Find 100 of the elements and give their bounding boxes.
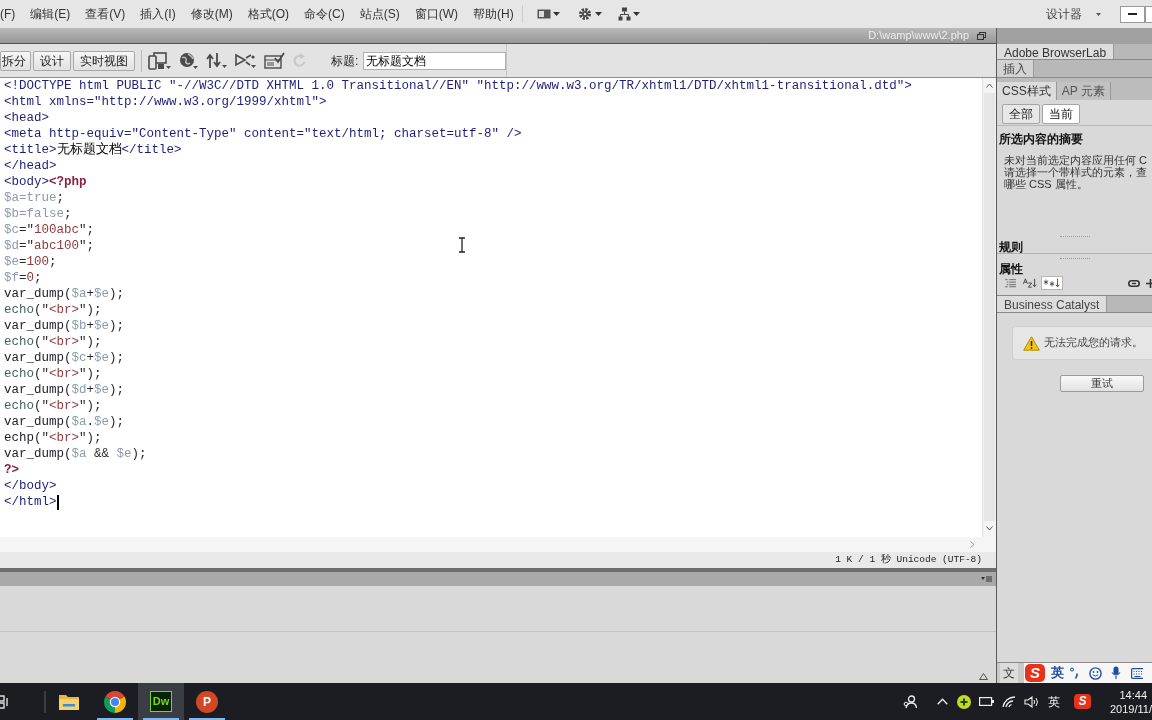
taskbar-app-button[interactable]: Dw xyxy=(138,683,184,720)
chevron-up-icon[interactable] xyxy=(937,698,948,705)
menu-item[interactable]: 插入(I) xyxy=(140,5,176,23)
view-mode-button[interactable]: 实时视图 xyxy=(73,50,135,71)
panel-layout-icon[interactable] xyxy=(536,8,560,20)
code-line: $b=false; xyxy=(4,206,72,222)
code-line: </head> xyxy=(4,158,57,174)
window-check-icon[interactable] xyxy=(264,52,285,69)
panel-tab[interactable]: CSS样式 xyxy=(997,82,1057,100)
asterisk-sort-icon[interactable] xyxy=(1041,276,1063,290)
code-line: $e=100; xyxy=(4,254,57,270)
code-line: echo("<br>"); xyxy=(4,398,102,414)
section-heading: 规则 xyxy=(999,238,1023,256)
ime-logo[interactable]: S xyxy=(1025,664,1045,682)
code-line: var_dump($a+$e); xyxy=(4,286,125,302)
scroll-up-icon[interactable] xyxy=(986,83,993,88)
dw-app-icon: Dw xyxy=(150,691,172,712)
title-field[interactable]: 无标题文档 xyxy=(363,51,507,70)
menu-item[interactable]: 命令(C) xyxy=(304,5,345,23)
globe-icon[interactable] xyxy=(179,52,198,69)
plus-circle-icon[interactable] xyxy=(957,694,971,709)
taskbar-app-button[interactable]: P xyxy=(184,683,230,720)
filter-button[interactable]: 当前 xyxy=(1042,104,1080,124)
restore-icon[interactable] xyxy=(977,31,986,40)
code-line: var_dump($b+$e); xyxy=(4,318,125,334)
panel-menu-icon[interactable] xyxy=(981,576,992,582)
gear-icon[interactable] xyxy=(577,7,602,21)
expand-triangle-icon[interactable] xyxy=(979,673,988,680)
status-text: 1 K / 1 秒 Unicode (UTF-8) xyxy=(835,552,982,567)
code-line: echp("<br>"); xyxy=(4,430,102,446)
panel-tab[interactable]: 插入 xyxy=(997,60,1034,77)
code-line: var_dump($c+$e); xyxy=(4,350,125,366)
menu-item[interactable]: 格式(O) xyxy=(247,5,289,23)
plus-icon[interactable] xyxy=(1146,278,1152,288)
battery-icon[interactable] xyxy=(979,697,994,706)
code-line: <meta http-equiv="Content-Type" content="text/html; charset=utf-8" /> xyxy=(4,126,522,142)
panel-tab[interactable]: AP 元素 xyxy=(1056,82,1111,100)
code-line: var_dump($d+$e); xyxy=(4,382,125,398)
menu-item[interactable]: (F) xyxy=(0,5,16,23)
code-line: <html xmlns="http://www.w3.org/1999/xhtml"> xyxy=(4,94,327,110)
link-icon[interactable] xyxy=(1128,279,1140,287)
wifi-icon[interactable] xyxy=(1002,695,1016,708)
smiley-icon[interactable] xyxy=(1089,666,1102,680)
speaker-icon[interactable] xyxy=(1024,695,1038,708)
text-cursor-icon xyxy=(458,237,466,253)
people-icon[interactable] xyxy=(903,694,917,709)
menu-item[interactable]: 编辑(E) xyxy=(30,5,71,23)
panel-tab[interactable]: Business Catalyst xyxy=(997,296,1108,312)
code-line: <!DOCTYPE html PUBLIC "-//W3C//DTD XHTML 1.0 Transitional//EN" "http://www.w3.org/TR/xhtml1/DTD/xhtml1-transitional.dtd"> xyxy=(4,78,912,94)
workspace-switcher[interactable]: 设计器 xyxy=(1046,5,1101,23)
input-mode-toggle[interactable]: 英 xyxy=(1051,663,1064,683)
retry-button[interactable]: 重试 xyxy=(1060,375,1144,392)
up-down-arrows-icon[interactable] xyxy=(206,52,227,69)
code-line: ?> xyxy=(4,462,19,478)
devices-icon[interactable] xyxy=(148,51,171,70)
code-line: var_dump($a && $e); xyxy=(4,446,147,462)
clock-date[interactable]: 2019/11/ xyxy=(1110,701,1152,716)
title-label: 标题: xyxy=(331,52,359,70)
section-heading: 所选内容的摘要 xyxy=(999,132,1083,146)
menu-item[interactable]: 站点(S) xyxy=(359,5,400,23)
browser-icon xyxy=(104,690,126,713)
keyboard-icon[interactable] xyxy=(1131,667,1143,679)
code-line: </html> xyxy=(4,494,57,510)
code-line: <title>无标题文档</title> xyxy=(4,142,182,158)
horizontal-scrollbar[interactable] xyxy=(0,537,996,552)
code-line: var_dump($a.$e); xyxy=(4,414,125,430)
menu-item[interactable]: 修改(M) xyxy=(190,5,233,23)
menu-item[interactable]: 帮助(H) xyxy=(473,5,514,23)
play-branch-icon[interactable] xyxy=(235,52,256,69)
panel-tab[interactable]: Adobe BrowserLab xyxy=(997,44,1115,59)
minimize-button[interactable] xyxy=(1120,5,1145,23)
code-line: echo("<br>"); xyxy=(4,334,102,350)
menu-item[interactable]: 查看(V) xyxy=(85,5,126,23)
panel-tab[interactable]: 文 xyxy=(1000,663,1018,683)
task-view-icon[interactable] xyxy=(0,694,10,709)
clock-time[interactable]: 14:44 xyxy=(1119,687,1152,702)
section-heading: 属性 xyxy=(999,260,1023,278)
microphone-icon[interactable] xyxy=(1111,666,1121,680)
code-line: <head> xyxy=(4,110,49,126)
error-message: 无法完成您的请求。 xyxy=(1044,335,1143,351)
view-mode-button[interactable]: 设计 xyxy=(33,50,71,71)
punctuation-icon[interactable] xyxy=(1070,667,1079,679)
code-line: echo("<br>"); xyxy=(4,366,102,382)
vertical-scrollbar[interactable] xyxy=(982,78,996,537)
menu-item[interactable]: 窗口(W) xyxy=(414,5,458,23)
scroll-down-icon[interactable] xyxy=(986,526,993,531)
hierarchy-icon[interactable] xyxy=(617,7,640,21)
presentation-app-icon: P xyxy=(196,690,218,713)
window-button[interactable] xyxy=(1145,5,1152,23)
language-indicator[interactable]: 英 xyxy=(1048,692,1060,711)
code-line: $d="abc100"; xyxy=(4,238,95,254)
sort-az-icon[interactable] xyxy=(1021,277,1039,289)
filter-button[interactable]: 全部 xyxy=(1002,104,1040,124)
view-mode-button[interactable]: 拆分 xyxy=(0,50,31,71)
code-line: echo("<br>"); xyxy=(4,302,102,318)
ime-logo[interactable]: S xyxy=(1074,694,1091,709)
code-line: $a=true; xyxy=(4,190,65,206)
code-line: $f=0; xyxy=(4,270,42,286)
code-line: <body><?php xyxy=(4,174,87,190)
category-list-icon[interactable] xyxy=(1002,277,1019,289)
